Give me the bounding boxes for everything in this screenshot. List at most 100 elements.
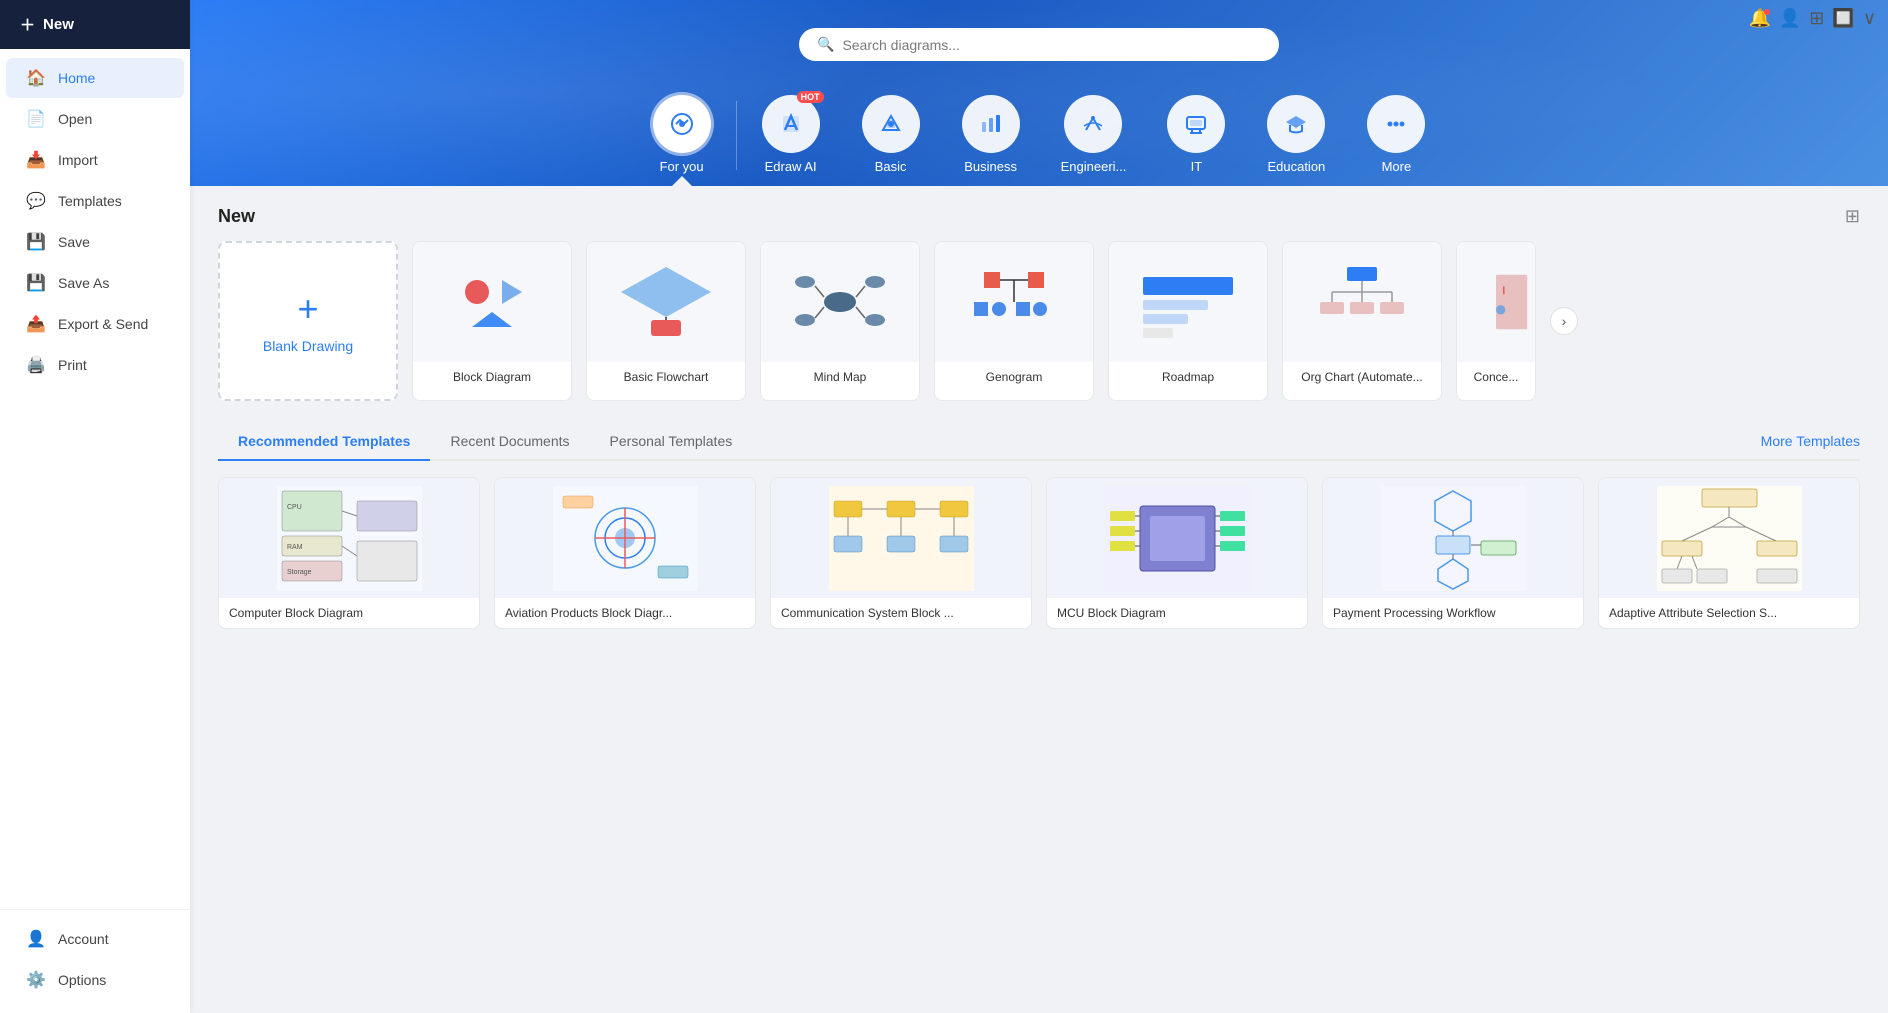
svg-text:Storage: Storage (287, 569, 312, 576)
category-for-you-icon (653, 95, 711, 153)
recommended-grid: CPU RAM Storage Computer Block Diagram (218, 477, 1860, 629)
category-it[interactable]: IT (1146, 85, 1246, 186)
search-icon: 🔍 (817, 36, 834, 53)
save-icon: 💾 (26, 232, 46, 252)
category-basic-icon (862, 95, 920, 153)
genogram-thumb (935, 242, 1093, 362)
window-button[interactable]: 🔲 (1832, 8, 1854, 29)
category-more-icon (1367, 95, 1425, 153)
rec-card-aviation[interactable]: Aviation Products Block Diagr... (494, 477, 756, 629)
basic-flowchart-thumb (587, 242, 745, 362)
rec-card-adaptive[interactable]: Adaptive Attribute Selection S... (1598, 477, 1860, 629)
recommended-section: Recommended Templates Recent Documents P… (218, 423, 1860, 629)
content-area: New ⊞ + Blank Drawing Block Diagram (190, 186, 1888, 1013)
search-input-wrap: 🔍 (799, 28, 1279, 61)
print-icon: 🖨️ (26, 355, 46, 375)
sidebar-item-save-as[interactable]: 💾 Save As (6, 263, 184, 303)
rec-card-payment[interactable]: Payment Processing Workflow (1322, 477, 1584, 629)
profile-button[interactable]: 👤 (1779, 8, 1801, 29)
chevron-down-icon[interactable]: ∨ (1863, 8, 1876, 29)
sidebar-item-options[interactable]: ⚙️ Options (6, 960, 184, 1000)
aviation-thumb (495, 478, 755, 598)
category-basic[interactable]: Basic (841, 85, 941, 186)
concept-thumb (1457, 242, 1535, 362)
sidebar-item-home[interactable]: 🏠 Home (6, 58, 184, 98)
org-chart-thumb (1283, 242, 1441, 362)
template-basic-flowchart[interactable]: Basic Flowchart (586, 241, 746, 401)
sidebar-item-import[interactable]: 📥 Import (6, 140, 184, 180)
notification-button[interactable]: 🔔 (1748, 8, 1770, 29)
sidebar: ＋ New 🏠 Home 📄 Open 📥 Import 💬 Templates… (0, 0, 190, 1013)
computer-block-thumb: CPU RAM Storage (219, 478, 479, 598)
sidebar-item-account[interactable]: 👤 Account (6, 919, 184, 959)
svg-text:RAM: RAM (287, 544, 303, 551)
category-engineering-icon (1064, 95, 1122, 153)
template-concept[interactable]: Conce... (1456, 241, 1536, 401)
payment-thumb (1323, 478, 1583, 598)
search-input[interactable] (842, 37, 1261, 53)
export-icon: 📤 (26, 314, 46, 334)
sidebar-item-export[interactable]: 📤 Export & Send (6, 304, 184, 344)
roadmap-thumb (1109, 242, 1267, 362)
sidebar-item-print[interactable]: 🖨️ Print (6, 345, 184, 385)
hot-badge: HOT (797, 91, 824, 103)
notification-dot (1764, 9, 1770, 15)
template-org-chart[interactable]: Org Chart (Automate... (1282, 241, 1442, 401)
rec-card-computer-block[interactable]: CPU RAM Storage Computer Block Diagram (218, 477, 480, 629)
category-edraw-ai[interactable]: HOT Edraw AI (741, 85, 841, 186)
options-icon: ⚙️ (26, 970, 46, 990)
new-templates-row: + Blank Drawing Block Diagram (218, 241, 1860, 401)
template-genogram[interactable]: Genogram (934, 241, 1094, 401)
block-diagram-thumb (413, 242, 571, 362)
tab-recommended[interactable]: Recommended Templates (218, 423, 430, 461)
sidebar-item-save[interactable]: 💾 Save (6, 222, 184, 262)
category-education-icon (1267, 95, 1325, 153)
communication-thumb (771, 478, 1031, 598)
templates-icon: 💬 (26, 191, 46, 211)
template-mind-map[interactable]: Mind Map (760, 241, 920, 401)
template-roadmap[interactable]: Roadmap (1108, 241, 1268, 401)
tab-personal[interactable]: Personal Templates (590, 423, 753, 461)
settings-grid-icon[interactable]: ⊞ (1845, 206, 1860, 227)
category-engineering[interactable]: Engineeri... (1041, 85, 1147, 186)
search-bar: 🔍 (220, 28, 1858, 61)
mind-map-thumb (761, 242, 919, 362)
new-section-title: New (218, 206, 255, 227)
category-business-icon (962, 95, 1020, 153)
sidebar-item-open[interactable]: 📄 Open (6, 99, 184, 139)
more-templates-link[interactable]: More Templates (1761, 433, 1860, 449)
new-button[interactable]: ＋ New (0, 0, 190, 49)
categories-row: For you HOT Edraw AI (220, 85, 1858, 186)
category-edraw-ai-icon: HOT (762, 95, 820, 153)
rec-card-communication[interactable]: Communication System Block ... (770, 477, 1032, 629)
cat-divider (736, 101, 737, 170)
template-block-diagram[interactable]: Block Diagram (412, 241, 572, 401)
tabs-row: Recommended Templates Recent Documents P… (218, 423, 1860, 461)
sidebar-nav: 🏠 Home 📄 Open 📥 Import 💬 Templates 💾 Sav… (0, 49, 190, 909)
sidebar-item-templates[interactable]: 💬 Templates (6, 181, 184, 221)
main-content: 🔍 For you (190, 0, 1888, 1013)
file-icon: 📄 (26, 109, 46, 129)
category-education[interactable]: Education (1246, 85, 1346, 186)
save-as-icon: 💾 (26, 273, 46, 293)
category-business[interactable]: Business (941, 85, 1041, 186)
templates-next-arrow[interactable]: › (1550, 307, 1578, 335)
adaptive-thumb (1599, 478, 1859, 598)
new-section-header: New ⊞ (218, 206, 1860, 227)
svg-text:CPU: CPU (287, 504, 302, 511)
account-icon: 👤 (26, 929, 46, 949)
rec-card-mcu[interactable]: MCU Block Diagram (1046, 477, 1308, 629)
import-icon: 📥 (26, 150, 46, 170)
mcu-thumb (1047, 478, 1307, 598)
blank-drawing-card[interactable]: + Blank Drawing (218, 241, 398, 401)
home-icon: 🏠 (26, 68, 46, 88)
tab-recent[interactable]: Recent Documents (430, 423, 589, 461)
blank-plus-icon: + (297, 288, 318, 330)
sidebar-bottom: 👤 Account ⚙️ Options (0, 909, 190, 1013)
category-for-you[interactable]: For you (632, 85, 732, 186)
hero-section: 🔍 For you (190, 0, 1888, 186)
category-more[interactable]: More (1346, 85, 1446, 186)
grid-button[interactable]: ⊞ (1809, 8, 1824, 29)
plus-icon: ＋ (20, 14, 35, 35)
topbar-icons: 🔔 👤 ⊞ 🔲 ∨ (1748, 8, 1876, 29)
